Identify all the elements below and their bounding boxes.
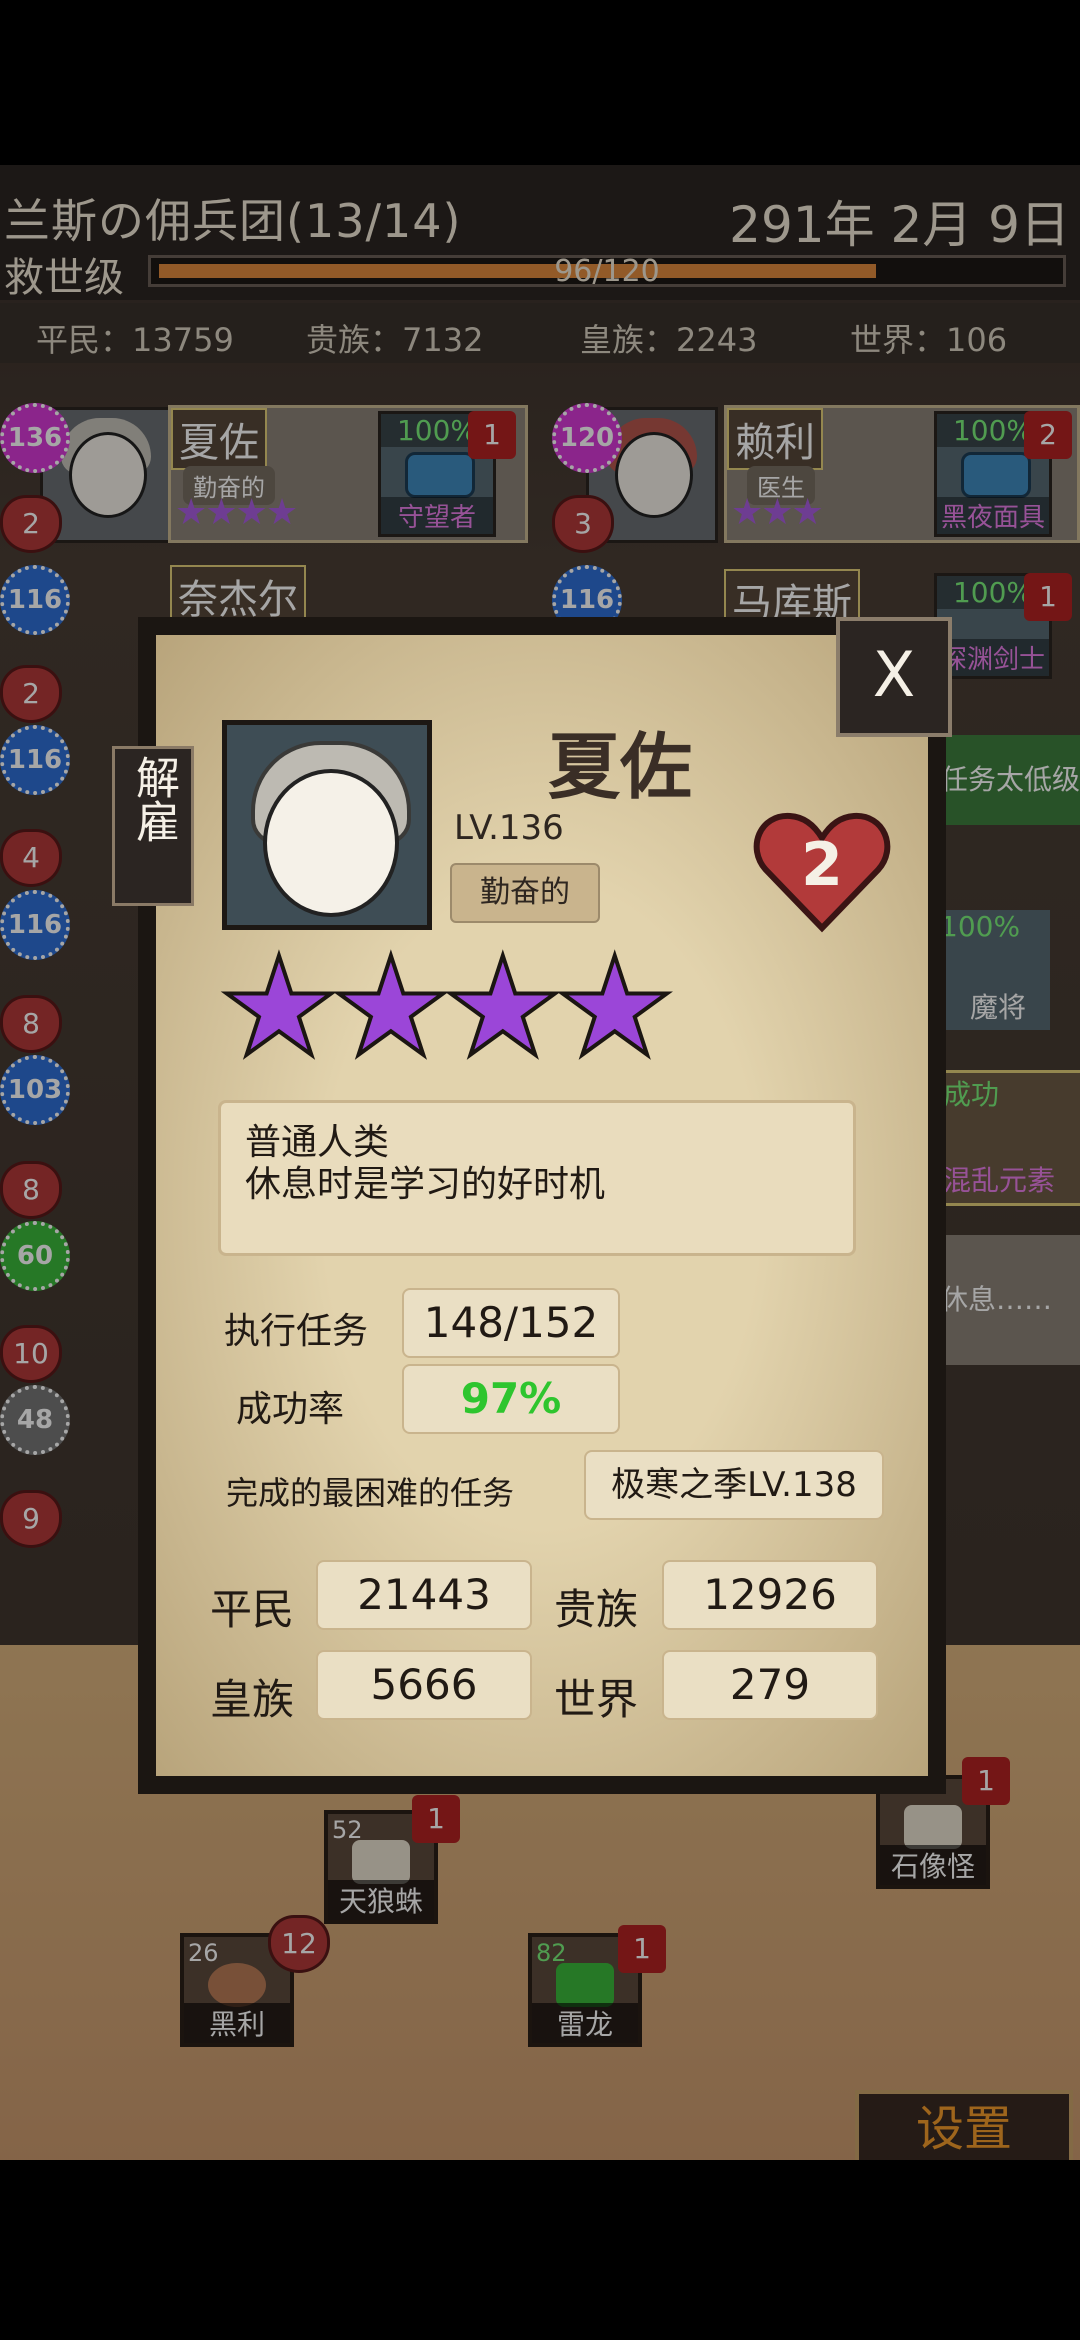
hardest-mission-value: 极寒之季LV.138 [584, 1450, 884, 1520]
noble-value: 12926 [662, 1560, 878, 1630]
hardest-mission-label: 完成的最困难的任务 [226, 1474, 515, 1512]
character-portrait [222, 720, 432, 930]
heart-count: 2 [801, 830, 843, 900]
missions-value: 148/152 [402, 1288, 620, 1358]
star-icon: ★ [552, 929, 678, 1087]
star-icon: ★ [328, 929, 454, 1087]
character-level: LV.136 [454, 808, 564, 848]
face [263, 769, 399, 917]
royal-label: 皇族 [210, 1675, 295, 1724]
world-label: 世界 [554, 1675, 639, 1724]
noble-label: 贵族 [554, 1585, 639, 1634]
missions-label: 执行任务 [224, 1311, 369, 1352]
character-description: 普通人类 休息时是学习的好时机 [218, 1100, 856, 1256]
commoner-label: 平民 [210, 1585, 295, 1634]
star-icon: ★ [440, 929, 566, 1087]
description-line: 休息时是学习的好时机 [245, 1164, 606, 1205]
star-icon: ★ [216, 929, 342, 1087]
character-trait: 勤奋的 [450, 863, 600, 923]
commoner-value: 21443 [316, 1560, 532, 1630]
dismiss-label: 解雇 [128, 755, 179, 843]
character-name: 夏佐 [547, 725, 692, 809]
success-rate-label: 成功率 [236, 1389, 345, 1430]
royal-value: 5666 [316, 1650, 532, 1720]
star-rating: ★★★★ [216, 929, 678, 1087]
dismiss-button[interactable]: 解雇 [112, 746, 194, 906]
close-button[interactable]: X [836, 617, 952, 737]
heart-icon: 2 [752, 808, 892, 934]
success-rate-value: 97% [402, 1364, 620, 1434]
world-value: 279 [662, 1650, 878, 1720]
